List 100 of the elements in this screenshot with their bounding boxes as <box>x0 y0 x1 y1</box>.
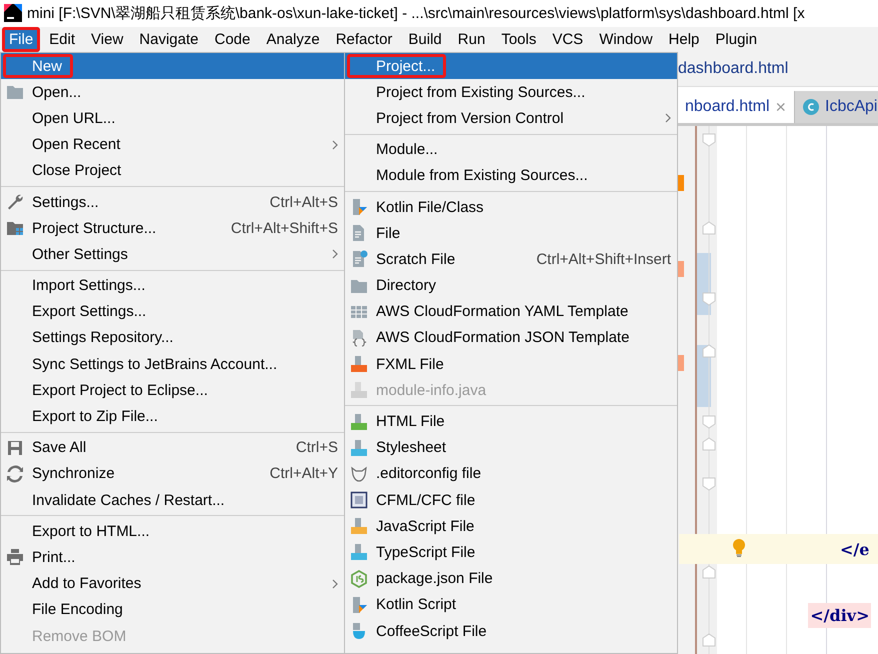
menu-item[interactable]: TypeScript File <box>345 539 677 566</box>
menu-item[interactable]: Project from Version Control <box>345 105 677 132</box>
cat-head-icon <box>350 464 368 483</box>
folder-grid-icon <box>6 219 24 238</box>
menu-item[interactable]: Open Recent <box>1 132 344 158</box>
menu-item[interactable]: Project Structure... Ctrl+Alt+Shift+S <box>1 215 344 242</box>
menu-item[interactable]: Sync Settings to JetBrains Account... <box>1 351 344 378</box>
menu-item[interactable]: Invalidate Caches / Restart... <box>1 487 344 514</box>
menu-item[interactable]: Stylesheet <box>345 434 677 461</box>
menu-item[interactable]: HTML File <box>345 408 677 435</box>
menu-item[interactable]: .editorconfig file <box>345 460 677 487</box>
menu-item-label: Export Project to Eclipse... <box>32 382 208 399</box>
menu-item[interactable]: CFML/CFC file <box>345 487 677 514</box>
menu-bar-item[interactable]: Code <box>207 26 258 52</box>
menu-item-label: Other Settings <box>32 246 128 263</box>
menu-item-label: Remove BOM <box>32 628 126 645</box>
menu-item-label: Settings Repository... <box>32 329 174 346</box>
editor-tab[interactable]: nboard.html × <box>677 91 796 123</box>
code-text: </div> <box>808 602 872 628</box>
chevron-right-icon <box>332 140 338 150</box>
fxml-file-icon <box>350 355 368 374</box>
menu-bar-item[interactable]: Build <box>401 26 449 52</box>
menu-item[interactable]: Export to HTML... <box>1 518 344 544</box>
shortcut-label: Ctrl+S <box>296 439 338 456</box>
menu-bar-item[interactable]: Help <box>662 26 706 52</box>
menu-item-label: .editorconfig file <box>376 465 482 482</box>
java-file-icon <box>350 381 368 400</box>
menu-item-label: JavaScript File <box>376 518 474 535</box>
shortcut-label: Ctrl+Alt+Shift+Insert <box>536 250 671 268</box>
menu-item-label: New <box>32 58 62 75</box>
menu-item[interactable]: File <box>345 220 677 246</box>
menu-bar-item[interactable]: VCS <box>545 26 590 52</box>
menu-bar-item[interactable]: View <box>84 26 130 52</box>
menu-item[interactable]: Close Project <box>1 158 344 184</box>
lightbulb-icon[interactable] <box>733 539 745 557</box>
printer-icon <box>6 548 24 566</box>
menu-item[interactable]: Other Settings <box>1 241 344 268</box>
menu-item-label: FXML File <box>376 356 444 373</box>
menu-item-label: Invalidate Caches / Restart... <box>32 492 225 509</box>
menu-item[interactable]: Settings... Ctrl+Alt+S <box>1 188 344 216</box>
menu-item[interactable]: Scratch File Ctrl+Alt+Shift+Insert <box>345 246 677 272</box>
menu-item[interactable]: Project... <box>345 53 677 80</box>
menu-item[interactable]: FXML File <box>345 351 677 378</box>
menu-item-label: Directory <box>376 277 436 294</box>
shortcut-label: Ctrl+Alt+Shift+S <box>230 220 338 237</box>
breadcrumb-link[interactable]: dashboard.html <box>678 60 788 78</box>
menu-item[interactable]: Print... <box>1 544 344 571</box>
menu-item-label: Export to Zip File... <box>32 408 158 426</box>
menu-item[interactable]: Synchronize Ctrl+Alt+Y <box>1 460 344 487</box>
refresh-icon <box>6 464 24 483</box>
menu-item[interactable]: Add to Favorites <box>1 570 344 597</box>
js-file-icon <box>350 517 368 536</box>
menu-bar-item[interactable]: Refactor <box>328 26 400 52</box>
ts-file-icon <box>350 543 368 562</box>
menu-bar-item[interactable]: Plugin <box>708 26 764 52</box>
menu-bar-item[interactable]: Tools <box>494 26 544 52</box>
menu-item[interactable]: JavaScript File <box>345 513 677 540</box>
shortcut-label: Ctrl+Alt+S <box>270 194 338 211</box>
menu-item[interactable]: Import Settings... <box>1 272 344 299</box>
menu-item[interactable]: Open... <box>1 79 344 106</box>
code-text: </e <box>840 540 870 558</box>
menu-item-label: Close Project <box>32 162 122 180</box>
menu-bar-item[interactable]: Analyze <box>259 26 327 52</box>
menu-item[interactable]: Project from Existing Sources... <box>345 79 677 106</box>
menu-item[interactable]: Kotlin File/Class <box>345 194 677 220</box>
menu-item-label: Print... <box>32 548 76 566</box>
menu-item[interactable]: AWS CloudFormation JSON Template <box>345 324 677 352</box>
menu-item-label: AWS CloudFormation YAML Template <box>376 303 628 320</box>
menu-item[interactable]: New <box>1 53 344 80</box>
menu-bar-item[interactable]: Window <box>592 26 660 52</box>
folder-icon <box>6 83 24 102</box>
menu-item-label: Synchronize <box>32 465 115 482</box>
css-file-icon <box>350 438 368 457</box>
menu-bar-item[interactable]: Run <box>450 26 492 52</box>
menu-item[interactable]: Kotlin Script <box>345 592 677 618</box>
menu-item[interactable]: Directory <box>345 272 677 299</box>
node-hexagon-icon <box>350 570 368 588</box>
menu-item[interactable]: CoffeeScript File <box>345 618 677 644</box>
menu-item[interactable]: Export Settings... <box>1 298 344 325</box>
menu-item-label: Add to Favorites <box>32 575 142 592</box>
json-file-icon <box>350 328 368 347</box>
menu-item[interactable]: Settings Repository... <box>1 324 344 352</box>
menu-item[interactable]: Module... <box>345 136 677 163</box>
chevron-right-icon <box>332 249 338 260</box>
menu-item-label: HTML File <box>376 413 445 430</box>
menu-item-label: Project Structure... <box>32 220 156 237</box>
menu-bar-item[interactable]: Edit <box>42 26 82 52</box>
menu-item[interactable]: Save All Ctrl+S <box>1 434 344 461</box>
menu-item[interactable]: File Encoding <box>1 596 344 623</box>
tab-label: nboard.html <box>685 98 770 116</box>
menu-item[interactable]: AWS CloudFormation YAML Template <box>345 298 677 325</box>
menu-item[interactable]: package.json File <box>345 566 677 592</box>
app-logo-icon <box>4 4 22 22</box>
menu-item[interactable]: Module from Existing Sources... <box>345 162 677 189</box>
menu-item-label: Settings... <box>32 194 99 211</box>
menu-bar-item[interactable]: File <box>2 26 40 52</box>
menu-item[interactable]: Export Project to Eclipse... <box>1 377 344 404</box>
menu-bar-item[interactable]: Navigate <box>132 26 206 52</box>
menu-item[interactable]: Open URL... <box>1 105 344 132</box>
menu-item[interactable]: Export to Zip File... <box>1 403 344 430</box>
